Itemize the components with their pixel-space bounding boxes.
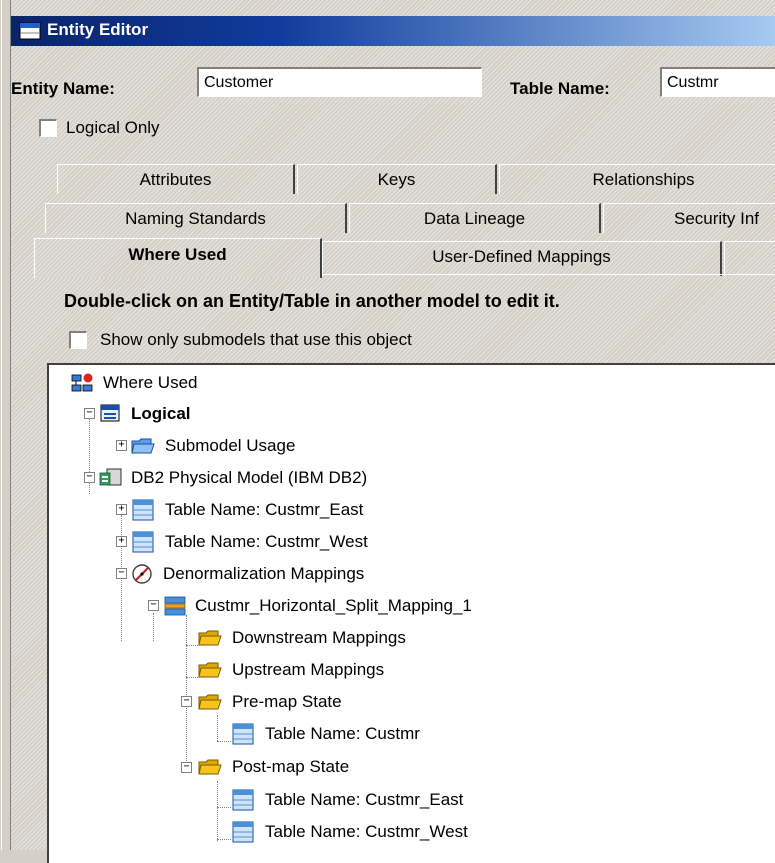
tab-keys[interactable]: Keys xyxy=(297,164,497,194)
compass-icon xyxy=(132,564,152,584)
tab-naming-standards[interactable]: Naming Standards xyxy=(45,203,347,233)
folder-icon xyxy=(198,759,222,775)
folder-icon xyxy=(198,630,222,646)
folder-icon xyxy=(198,662,222,678)
logical-model-icon xyxy=(100,404,120,422)
window-icon xyxy=(19,22,41,40)
where-used-tree[interactable]: Where Used − Logical + Submodel Usage − xyxy=(47,363,775,863)
tree-node-label: Denormalization Mappings xyxy=(163,564,365,583)
folder-icon xyxy=(198,694,222,710)
tree-connector xyxy=(217,741,231,742)
logical-only-checkbox[interactable] xyxy=(39,119,57,137)
collapse-toggle[interactable]: − xyxy=(84,472,95,483)
mapping-icon xyxy=(164,596,186,616)
table-icon xyxy=(232,789,254,811)
entity-name-label: Entity Name: xyxy=(11,79,115,98)
tab-attributes[interactable]: Attributes xyxy=(57,164,295,194)
expand-toggle[interactable]: + xyxy=(116,440,127,451)
tree-node-label: Table Name: Custmr_East xyxy=(265,790,464,809)
tree-node-label: Upstream Mappings xyxy=(232,660,385,679)
table-icon xyxy=(132,531,154,553)
window-left-border xyxy=(0,0,11,850)
tab-relationships[interactable]: Relationships xyxy=(499,164,775,194)
tree-connector xyxy=(217,807,231,808)
tree-node-label: Custmr_Horizontal_Split_Mapping_1 xyxy=(195,596,472,615)
tree-connector xyxy=(153,613,154,641)
table-icon xyxy=(232,821,254,843)
tree-node-label: Submodel Usage xyxy=(165,436,296,455)
tree-node-label: Table Name: Custmr_West xyxy=(265,822,468,841)
title-bar[interactable]: Entity Editor xyxy=(11,16,775,46)
table-name-label: Table Name: xyxy=(510,79,610,98)
tree-node-label: Table Name: Custmr_West xyxy=(165,532,368,551)
collapse-toggle[interactable]: − xyxy=(181,762,192,773)
folder-icon xyxy=(131,438,155,454)
tree-node-label: DB2 Physical Model (IBM DB2) xyxy=(131,468,368,487)
where-used-instruction: Double-click on an Entity/Table in anoth… xyxy=(64,291,560,311)
collapse-toggle[interactable]: − xyxy=(148,600,159,611)
window-title: Entity Editor xyxy=(47,20,149,39)
expand-toggle[interactable]: + xyxy=(116,504,127,515)
tree-connector xyxy=(217,781,218,841)
tree-connector xyxy=(217,839,231,840)
tree-node-label: Table Name: Custmr_East xyxy=(165,500,364,519)
tree-connector xyxy=(186,615,187,773)
show-only-submodels-checkbox[interactable] xyxy=(69,331,87,349)
tree-node-label: Logical xyxy=(131,404,191,423)
tree-node-label: Downstream Mappings xyxy=(232,628,406,647)
expand-toggle[interactable]: + xyxy=(116,536,127,547)
tab-security-info[interactable]: Security Inf xyxy=(603,203,775,233)
tree-node-label: Post-map State xyxy=(232,757,350,776)
tree-connector xyxy=(186,645,198,646)
show-only-submodels-label: Show only submodels that use this object xyxy=(100,330,412,349)
table-name-field[interactable] xyxy=(660,67,775,97)
tab-where-used[interactable]: Where Used xyxy=(34,238,322,278)
collapse-toggle[interactable]: − xyxy=(116,568,127,579)
tree-node-label: Table Name: Custmr xyxy=(265,724,420,743)
tab-user-defined-mappings[interactable]: User-Defined Mappings xyxy=(322,241,722,276)
logical-only-label: Logical Only xyxy=(66,118,160,137)
entity-name-field[interactable] xyxy=(197,67,482,97)
tree-connector xyxy=(186,677,198,678)
where-used-icon xyxy=(71,372,94,392)
physical-model-icon xyxy=(99,468,122,486)
tree-connector xyxy=(217,715,218,741)
collapse-toggle[interactable]: − xyxy=(181,696,192,707)
tab-data-lineage[interactable]: Data Lineage xyxy=(349,203,601,233)
table-icon xyxy=(232,723,254,745)
entity-editor-window: Entity Editor Entity Name: Table Name: L… xyxy=(0,0,775,863)
collapse-toggle[interactable]: − xyxy=(84,408,95,419)
tree-node-label: Pre-map State xyxy=(232,692,342,711)
tab-overflow[interactable] xyxy=(724,241,775,276)
table-icon xyxy=(132,499,154,521)
tree-node-label: Where Used xyxy=(103,373,198,392)
